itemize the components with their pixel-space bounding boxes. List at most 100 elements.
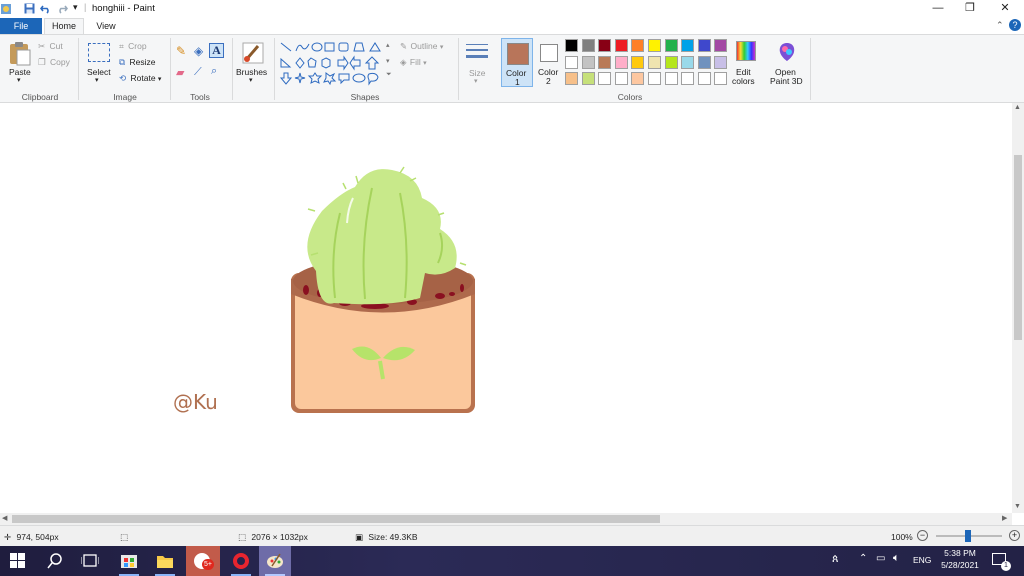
- tab-view[interactable]: View: [86, 18, 126, 34]
- rotate-button[interactable]: ⟲ Rotate ▾: [119, 73, 161, 84]
- palette-swatch[interactable]: [664, 55, 678, 69]
- palette-swatch[interactable]: [681, 55, 695, 69]
- scroll-down-icon[interactable]: ▼: [1014, 503, 1021, 510]
- fill-button[interactable]: ◈ Fill ▾: [400, 57, 427, 68]
- palette-swatch[interactable]: [565, 55, 578, 69]
- palette-swatch[interactable]: [581, 55, 595, 69]
- volume-icon[interactable]: 🔈︎: [893, 552, 900, 565]
- zoom-in-icon[interactable]: +: [1009, 530, 1020, 541]
- shapes-scroll-up-icon[interactable]: ▴: [386, 41, 390, 49]
- open-paint3d-button[interactable]: Open Paint 3D: [768, 38, 808, 88]
- shapes-scroll-down-icon[interactable]: ▾: [386, 57, 390, 65]
- tab-file[interactable]: File: [0, 18, 42, 34]
- shapes-more-icon[interactable]: ⏷: [386, 71, 392, 79]
- palette-swatch[interactable]: [697, 39, 711, 52]
- palette-swatch[interactable]: [581, 72, 595, 85]
- outline-button[interactable]: ✎ Outline ▾: [400, 41, 443, 52]
- palette-swatch[interactable]: [565, 72, 578, 85]
- palette-swatch[interactable]: [598, 55, 612, 69]
- palette-swatch[interactable]: [697, 55, 711, 69]
- undo-icon[interactable]: [40, 3, 51, 14]
- taskbar-chat-app[interactable]: 5+: [186, 546, 220, 576]
- battery-icon[interactable]: ▭: [876, 553, 885, 564]
- palette-swatch[interactable]: [664, 39, 678, 52]
- taskbar-app-store[interactable]: [114, 546, 144, 576]
- palette-swatch[interactable]: [614, 55, 628, 69]
- crop-button[interactable]: ⌗ Crop: [119, 41, 147, 52]
- color-picker-icon[interactable]: ⟋: [194, 66, 202, 79]
- crop-icon: ⌗: [119, 41, 124, 51]
- palette-swatch[interactable]: [664, 72, 678, 85]
- palette-swatch[interactable]: [697, 72, 711, 85]
- palette-swatch[interactable]: [631, 72, 645, 85]
- resize-button[interactable]: ⧉ Resize: [119, 57, 155, 68]
- horizontal-scroll-thumb[interactable]: [12, 515, 660, 523]
- size-button[interactable]: Size ▾: [462, 38, 492, 88]
- cursor-position: ✛ 974, 504px: [4, 532, 59, 543]
- palette-swatch[interactable]: [631, 39, 645, 52]
- minimize-ribbon-icon[interactable]: ⌃: [996, 20, 1004, 31]
- minimize-button[interactable]: —: [921, 0, 955, 18]
- scroll-up-icon[interactable]: ▲: [1014, 104, 1021, 111]
- search-icon[interactable]: [47, 553, 65, 571]
- taskbar-opera[interactable]: [226, 546, 256, 576]
- palette-swatch[interactable]: [681, 39, 695, 52]
- color2-swatch: [540, 44, 558, 62]
- palette-swatch[interactable]: [614, 39, 628, 52]
- customize-icon[interactable]: ▾: [73, 2, 78, 13]
- palette-swatch[interactable]: [598, 39, 612, 52]
- taskbar-paint[interactable]: [259, 546, 291, 576]
- palette-swatch[interactable]: [631, 55, 645, 69]
- scroll-left-icon[interactable]: ◀: [2, 514, 7, 522]
- drawing-canvas[interactable]: [0, 103, 1012, 513]
- windows-start-icon[interactable]: [10, 553, 28, 571]
- palette-swatch[interactable]: [598, 72, 612, 85]
- palette-swatch[interactable]: [648, 72, 661, 85]
- person-icon[interactable]: ጰ: [832, 553, 839, 566]
- redo-icon[interactable]: [57, 3, 68, 14]
- close-button[interactable]: ✕: [988, 0, 1022, 18]
- canvas-area[interactable]: @Ku: [0, 103, 1012, 513]
- task-view-icon[interactable]: [81, 553, 99, 571]
- brushes-button[interactable]: Brushes ▾: [236, 38, 270, 88]
- color2-button[interactable]: Color 2: [535, 38, 563, 87]
- magnifier-icon[interactable]: ⌕: [211, 65, 217, 78]
- palette-swatch[interactable]: [681, 72, 695, 85]
- palette-swatch[interactable]: [581, 39, 595, 52]
- restore-icon: ❐: [965, 2, 975, 14]
- open-paint3d-label-2: Paint 3D: [770, 76, 803, 86]
- paste-button[interactable]: Paste ▾: [6, 38, 34, 86]
- fill-bucket-icon[interactable]: ◈: [194, 44, 203, 58]
- input-language[interactable]: ENG: [913, 555, 931, 565]
- eraser-icon[interactable]: ▰: [176, 66, 184, 79]
- pencil-icon[interactable]: ✎: [176, 44, 186, 58]
- save-icon[interactable]: [24, 3, 35, 14]
- select-button[interactable]: Select ▾: [84, 38, 114, 88]
- vertical-scroll-thumb[interactable]: [1014, 155, 1022, 340]
- palette-swatch[interactable]: [714, 55, 728, 69]
- palette-swatch[interactable]: [565, 39, 578, 52]
- copy-button[interactable]: ❐ Copy: [38, 57, 70, 68]
- scroll-right-icon[interactable]: ▶: [1002, 514, 1007, 522]
- zoom-slider-thumb[interactable]: [965, 530, 971, 542]
- shapes-gallery[interactable]: [278, 40, 390, 86]
- restore-button[interactable]: ❐: [953, 0, 987, 18]
- palette-swatch[interactable]: [714, 72, 728, 85]
- cut-button[interactable]: ✂ Cut: [38, 41, 63, 52]
- palette-swatch[interactable]: [648, 55, 661, 69]
- clock[interactable]: 5:38 PM 5/28/2021: [935, 548, 985, 570]
- zoom-out-icon[interactable]: −: [917, 530, 928, 541]
- canvas-size-icon: ⬚: [238, 532, 247, 542]
- help-icon[interactable]: ?: [1009, 19, 1021, 31]
- text-tool-icon[interactable]: A: [209, 43, 224, 58]
- palette-swatch[interactable]: [648, 39, 661, 52]
- show-hidden-icons[interactable]: ⌃: [859, 553, 867, 564]
- line-size-icon: [466, 44, 488, 58]
- edit-colors-button[interactable]: Edit colors: [732, 38, 758, 88]
- palette-swatch[interactable]: [614, 72, 628, 85]
- palette-swatch[interactable]: [714, 39, 728, 52]
- tab-home[interactable]: Home: [44, 18, 84, 34]
- taskbar-file-explorer[interactable]: [150, 546, 180, 576]
- color1-button[interactable]: Color 1: [501, 38, 533, 87]
- image-dimensions: ⬚ 2076 × 1032px: [238, 532, 308, 543]
